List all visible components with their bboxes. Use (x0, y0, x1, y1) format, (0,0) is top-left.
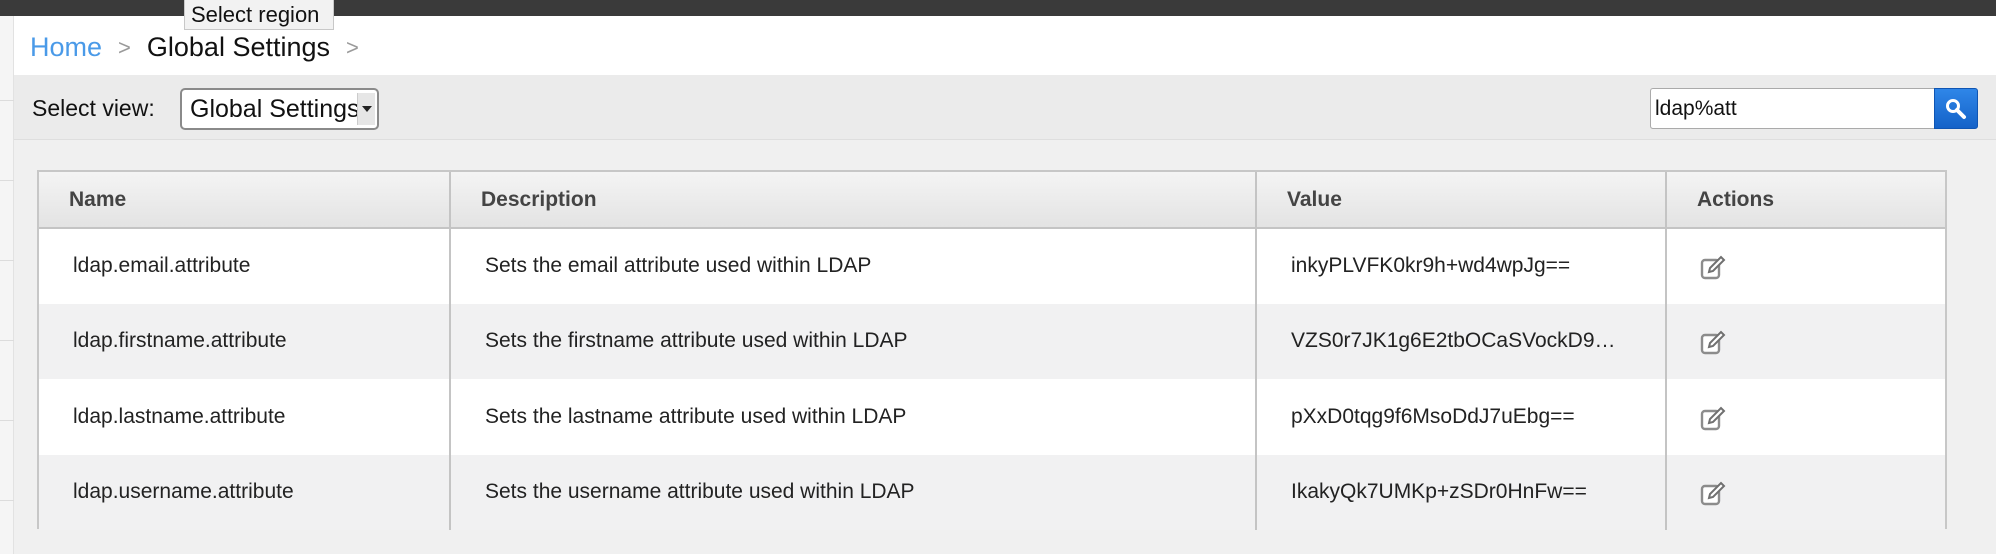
edit-icon[interactable] (1699, 404, 1727, 432)
breadcrumb: Home > Global Settings > (30, 32, 375, 63)
cell-actions (1666, 228, 1945, 304)
search-button[interactable] (1934, 88, 1978, 129)
search-icon (1946, 98, 1966, 119)
column-header-actions: Actions (1666, 172, 1945, 229)
breadcrumb-home-link[interactable]: Home (30, 32, 102, 63)
search-input[interactable]: ldap%att (1650, 88, 1950, 129)
cell-name: ldap.lastname.attribute (39, 379, 451, 455)
edit-icon[interactable] (1699, 253, 1727, 281)
table-header-row: Name Description Value Actions (39, 172, 1945, 229)
column-header-value[interactable]: Value (1256, 172, 1667, 229)
cell-actions (1666, 303, 1945, 379)
cell-value: VZS0r7JK1g6E2tbOCaSVockD9… (1256, 303, 1667, 379)
settings-table: Name Description Value Actions ldap.emai… (37, 170, 1947, 530)
cell-actions (1666, 454, 1945, 530)
edit-icon[interactable] (1699, 328, 1727, 356)
chevron-down-icon (357, 93, 375, 125)
select-view-label: Select view: (32, 95, 155, 121)
table-row: ldap.lastname.attribute Sets the lastnam… (39, 379, 1945, 455)
cell-value: IkakyQk7UMKp+zSDr0HnFw== (1256, 454, 1667, 530)
left-sidebar-edge (0, 16, 14, 554)
cell-value: pXxD0tqg9f6MsoDdJ7uEbg== (1256, 379, 1667, 455)
column-header-name[interactable]: Name (39, 172, 451, 229)
cell-name: ldap.firstname.attribute (39, 303, 451, 379)
table-row: ldap.username.attribute Sets the usernam… (39, 454, 1945, 530)
breadcrumb-current: Global Settings (146, 32, 330, 62)
tooltip: Select region (184, 0, 334, 30)
cell-description: Sets the firstname attribute used within… (450, 303, 1257, 379)
cell-name: ldap.email.attribute (39, 228, 451, 304)
edit-icon[interactable] (1699, 479, 1727, 507)
cell-description: Sets the username attribute used within … (450, 454, 1257, 530)
cell-description: Sets the email attribute used within LDA… (450, 228, 1257, 304)
breadcrumb-separator: > (118, 34, 131, 60)
cell-value: inkyPLVFK0kr9h+wd4wpJg== (1256, 228, 1667, 304)
toolbar: Select view: Global Settings ldap%att (14, 75, 1996, 140)
column-header-description[interactable]: Description (450, 172, 1257, 229)
cell-name: ldap.username.attribute (39, 454, 451, 530)
view-select[interactable]: Global Settings (180, 88, 379, 130)
cell-description: Sets the lastname attribute used within … (450, 379, 1257, 455)
cell-actions (1666, 379, 1945, 455)
table-row: ldap.email.attribute Sets the email attr… (39, 228, 1945, 304)
view-select-value: Global Settings (190, 95, 360, 123)
table-row: ldap.firstname.attribute Sets the firstn… (39, 303, 1945, 379)
breadcrumb-separator: > (346, 34, 359, 60)
